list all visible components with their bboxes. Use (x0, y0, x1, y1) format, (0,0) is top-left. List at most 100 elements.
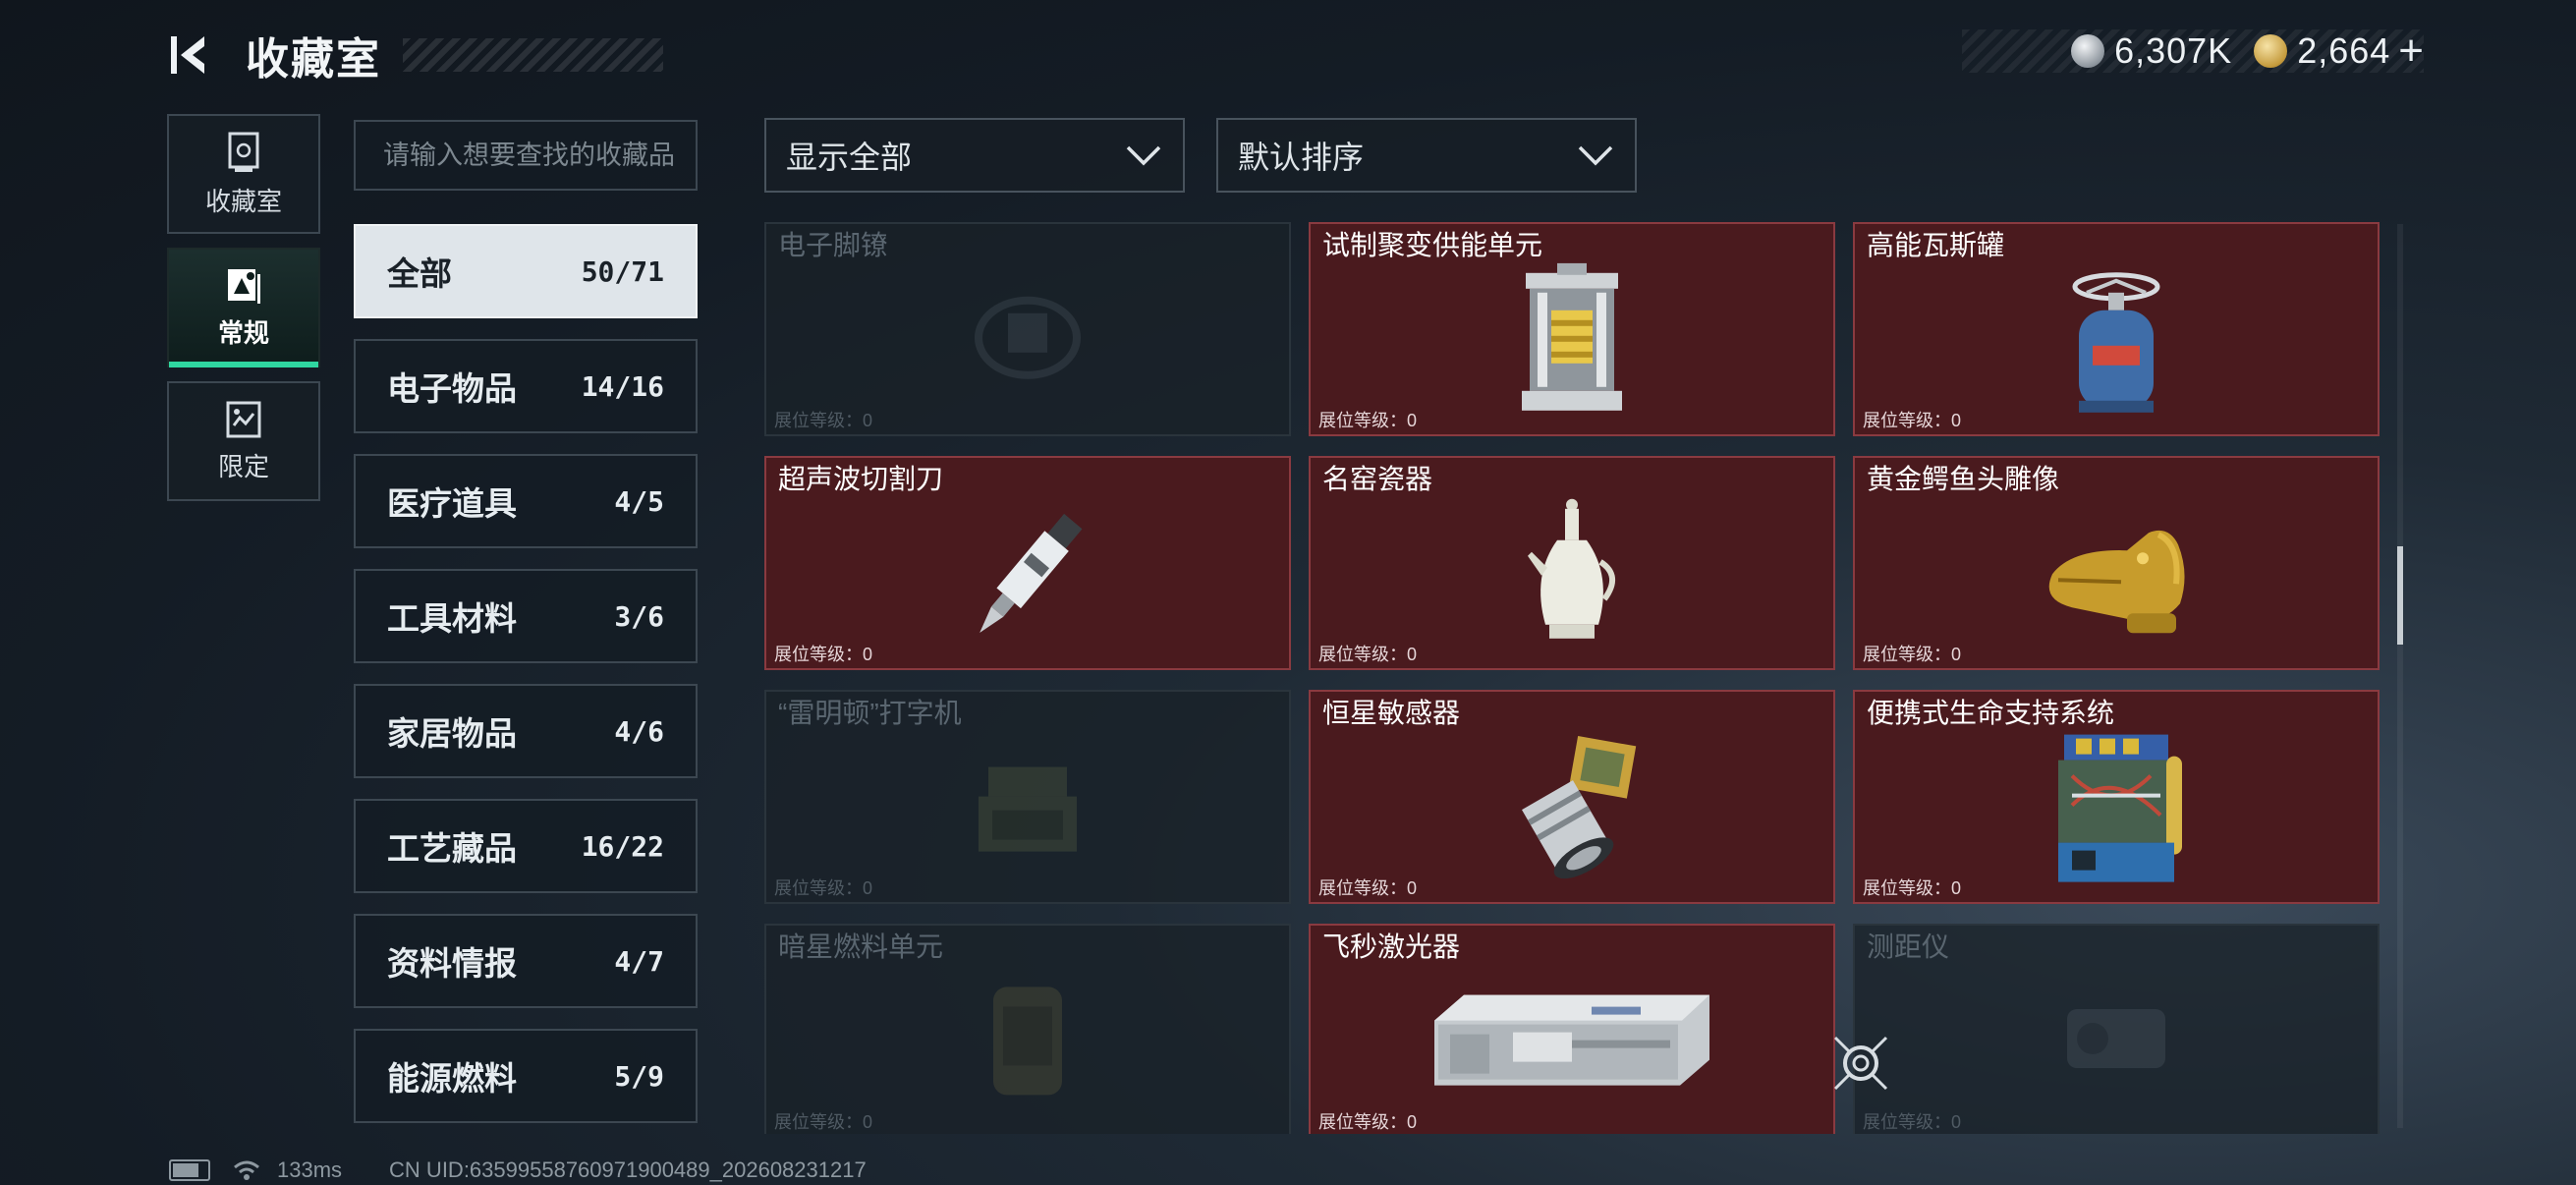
item-name: 暗星燃料单元 (778, 931, 944, 962)
item-card[interactable]: 黄金鳄鱼头雕像 展位等级：0 (1853, 456, 2380, 670)
category-crafts[interactable]: 工艺藏品 16/22 (354, 799, 698, 893)
sidenav-item-regular[interactable]: 常规 (167, 248, 320, 367)
category-count: 16/22 (581, 829, 664, 863)
silver-coin-icon (2071, 34, 2105, 68)
item-name: 黄金鳄鱼头雕像 (1867, 464, 2060, 494)
category-tools[interactable]: 工具材料 3/6 (354, 569, 698, 663)
category-name: 电子物品 (387, 370, 517, 407)
category-name: 全部 (387, 255, 452, 292)
crosshair-icon[interactable] (1829, 1032, 1892, 1095)
display-filter-value: 显示全部 (786, 140, 913, 175)
item-level: 展位等级：0 (774, 411, 873, 430)
grid-scrollbar[interactable] (2397, 224, 2403, 1128)
item-name: “雷明顿”打字机 (778, 698, 962, 728)
item-level: 展位等级：0 (1863, 645, 1962, 664)
active-indicator (169, 362, 318, 367)
silver-currency: 6,307K (2071, 30, 2232, 72)
rangefinder-icon (2067, 1009, 2165, 1068)
chevron-down-icon (1126, 145, 1161, 166)
category-medical[interactable]: 医疗道具 4/5 (354, 454, 698, 548)
collection-room-icon (228, 132, 259, 172)
back-button[interactable] (167, 28, 216, 83)
chevron-down-icon (1578, 145, 1613, 166)
category-all[interactable]: 全部 50/71 (354, 224, 698, 318)
item-card[interactable]: 电子脚镣 展位等级：0 (764, 222, 1291, 436)
category-count: 4/7 (614, 944, 664, 978)
item-level: 展位等级：0 (1318, 645, 1418, 664)
category-count: 50/71 (581, 254, 664, 288)
gold-value: 2,664 (2297, 30, 2391, 71)
page-title: 收藏室 (246, 35, 381, 84)
category-name: 能源燃料 (387, 1060, 517, 1097)
sort-dropdown[interactable]: 默认排序 (1216, 118, 1637, 193)
display-filter-dropdown[interactable]: 显示全部 (764, 118, 1185, 193)
back-arrow-icon (171, 36, 204, 74)
add-currency-button[interactable]: + (2398, 29, 2424, 73)
porcelain-vase-icon (1528, 498, 1615, 639)
category-name: 资料情报 (387, 945, 517, 982)
ping-value: 133ms (277, 1157, 343, 1182)
item-name: 超声波切割刀 (778, 464, 944, 494)
category-intel[interactable]: 资料情报 4/7 (354, 914, 698, 1008)
item-name: 电子脚镣 (778, 230, 889, 260)
category-count: 5/9 (614, 1059, 664, 1093)
sidenav-label: 收藏室 (204, 186, 282, 216)
typewriter-icon (979, 766, 1077, 852)
item-card[interactable]: 名窑瓷器 展位等级：0 (1309, 456, 1835, 670)
item-level: 展位等级：0 (774, 645, 873, 664)
category-electronics[interactable]: 电子物品 14/16 (354, 339, 698, 433)
item-card[interactable]: 恒星敏感器 展位等级：0 (1309, 690, 1835, 904)
gold-crocodile-icon (2048, 530, 2185, 634)
item-card[interactable]: 测距仪 展位等级：0 (1853, 924, 2380, 1134)
sidenav-label: 限定 (217, 451, 269, 481)
life-support-icon (2058, 734, 2182, 882)
category-fuel[interactable]: 能源燃料 5/9 (354, 1029, 698, 1123)
category-count: 4/5 (614, 484, 664, 518)
category-household[interactable]: 家居物品 4/6 (354, 684, 698, 778)
item-name: 试制聚变供能单元 (1322, 230, 1543, 260)
ultrasonic-knife-icon (980, 513, 1083, 634)
item-card[interactable]: 暗星燃料单元 展位等级：0 (764, 924, 1291, 1134)
category-name: 工具材料 (387, 600, 517, 637)
ankle-monitor-icon (975, 296, 1081, 379)
category-name: 工艺藏品 (387, 830, 517, 867)
uid-text: CN UID:6359955876097190048​9_20260823121… (389, 1157, 867, 1182)
gas-canister-icon (2072, 272, 2160, 413)
item-name: 名窑瓷器 (1322, 464, 1433, 494)
item-card[interactable]: 飞秒激光器 展位等级：0 (1309, 924, 1835, 1134)
femto-laser-icon (1434, 994, 1709, 1086)
battery-icon (169, 1159, 210, 1181)
search-input[interactable] (381, 139, 696, 172)
sidenav-item-collection[interactable]: 收藏室 (167, 114, 320, 234)
header: 收藏室 (167, 28, 663, 84)
item-level: 展位等级：0 (1318, 878, 1418, 898)
item-level: 展位等级：0 (1863, 411, 1962, 430)
item-level: 展位等级：0 (774, 878, 873, 898)
item-name: 高能瓦斯罐 (1867, 230, 2005, 260)
item-card[interactable]: 便携式生命支持系统 展位等级：0 (1853, 690, 2380, 904)
status-bar: 133ms CN UID:6359955876097190048​9_20260… (169, 1157, 867, 1183)
item-card[interactable]: 高能瓦斯罐 展位等级：0 (1853, 222, 2380, 436)
currency-bar: 6,307K 2,664 + (1962, 29, 2424, 73)
limited-icon (226, 401, 261, 437)
gold-coin-icon (2254, 34, 2288, 68)
item-name: 测距仪 (1867, 931, 1950, 962)
category-count: 4/6 (614, 714, 664, 748)
sidenav-label: 常规 (217, 317, 269, 348)
sidenav-item-limited[interactable]: 限定 (167, 381, 320, 501)
item-name: 飞秒激光器 (1322, 931, 1461, 962)
wifi-icon (234, 1160, 259, 1180)
item-level: 展位等级：0 (774, 1112, 873, 1132)
item-level: 展位等级：0 (1318, 411, 1418, 430)
category-name: 医疗道具 (387, 485, 517, 522)
item-card[interactable]: 试制聚变供能单元 展位等级：0 (1309, 222, 1835, 436)
category-name: 家居物品 (387, 715, 517, 752)
star-sensor-icon (1522, 736, 1637, 879)
item-grid: 电子脚镣 展位等级：0 试制聚变供能单元 展位等级：0 高能瓦斯罐 展位等级：0… (764, 222, 2385, 1134)
item-card[interactable]: 超声波切割刀 展位等级：0 (764, 456, 1291, 670)
scroll-thumb[interactable] (2397, 546, 2403, 645)
item-card[interactable]: “雷明顿”打字机 展位等级：0 (764, 690, 1291, 904)
item-name: 恒星敏感器 (1322, 698, 1461, 728)
item-level: 展位等级：0 (1318, 1112, 1418, 1132)
search-box (354, 120, 698, 191)
